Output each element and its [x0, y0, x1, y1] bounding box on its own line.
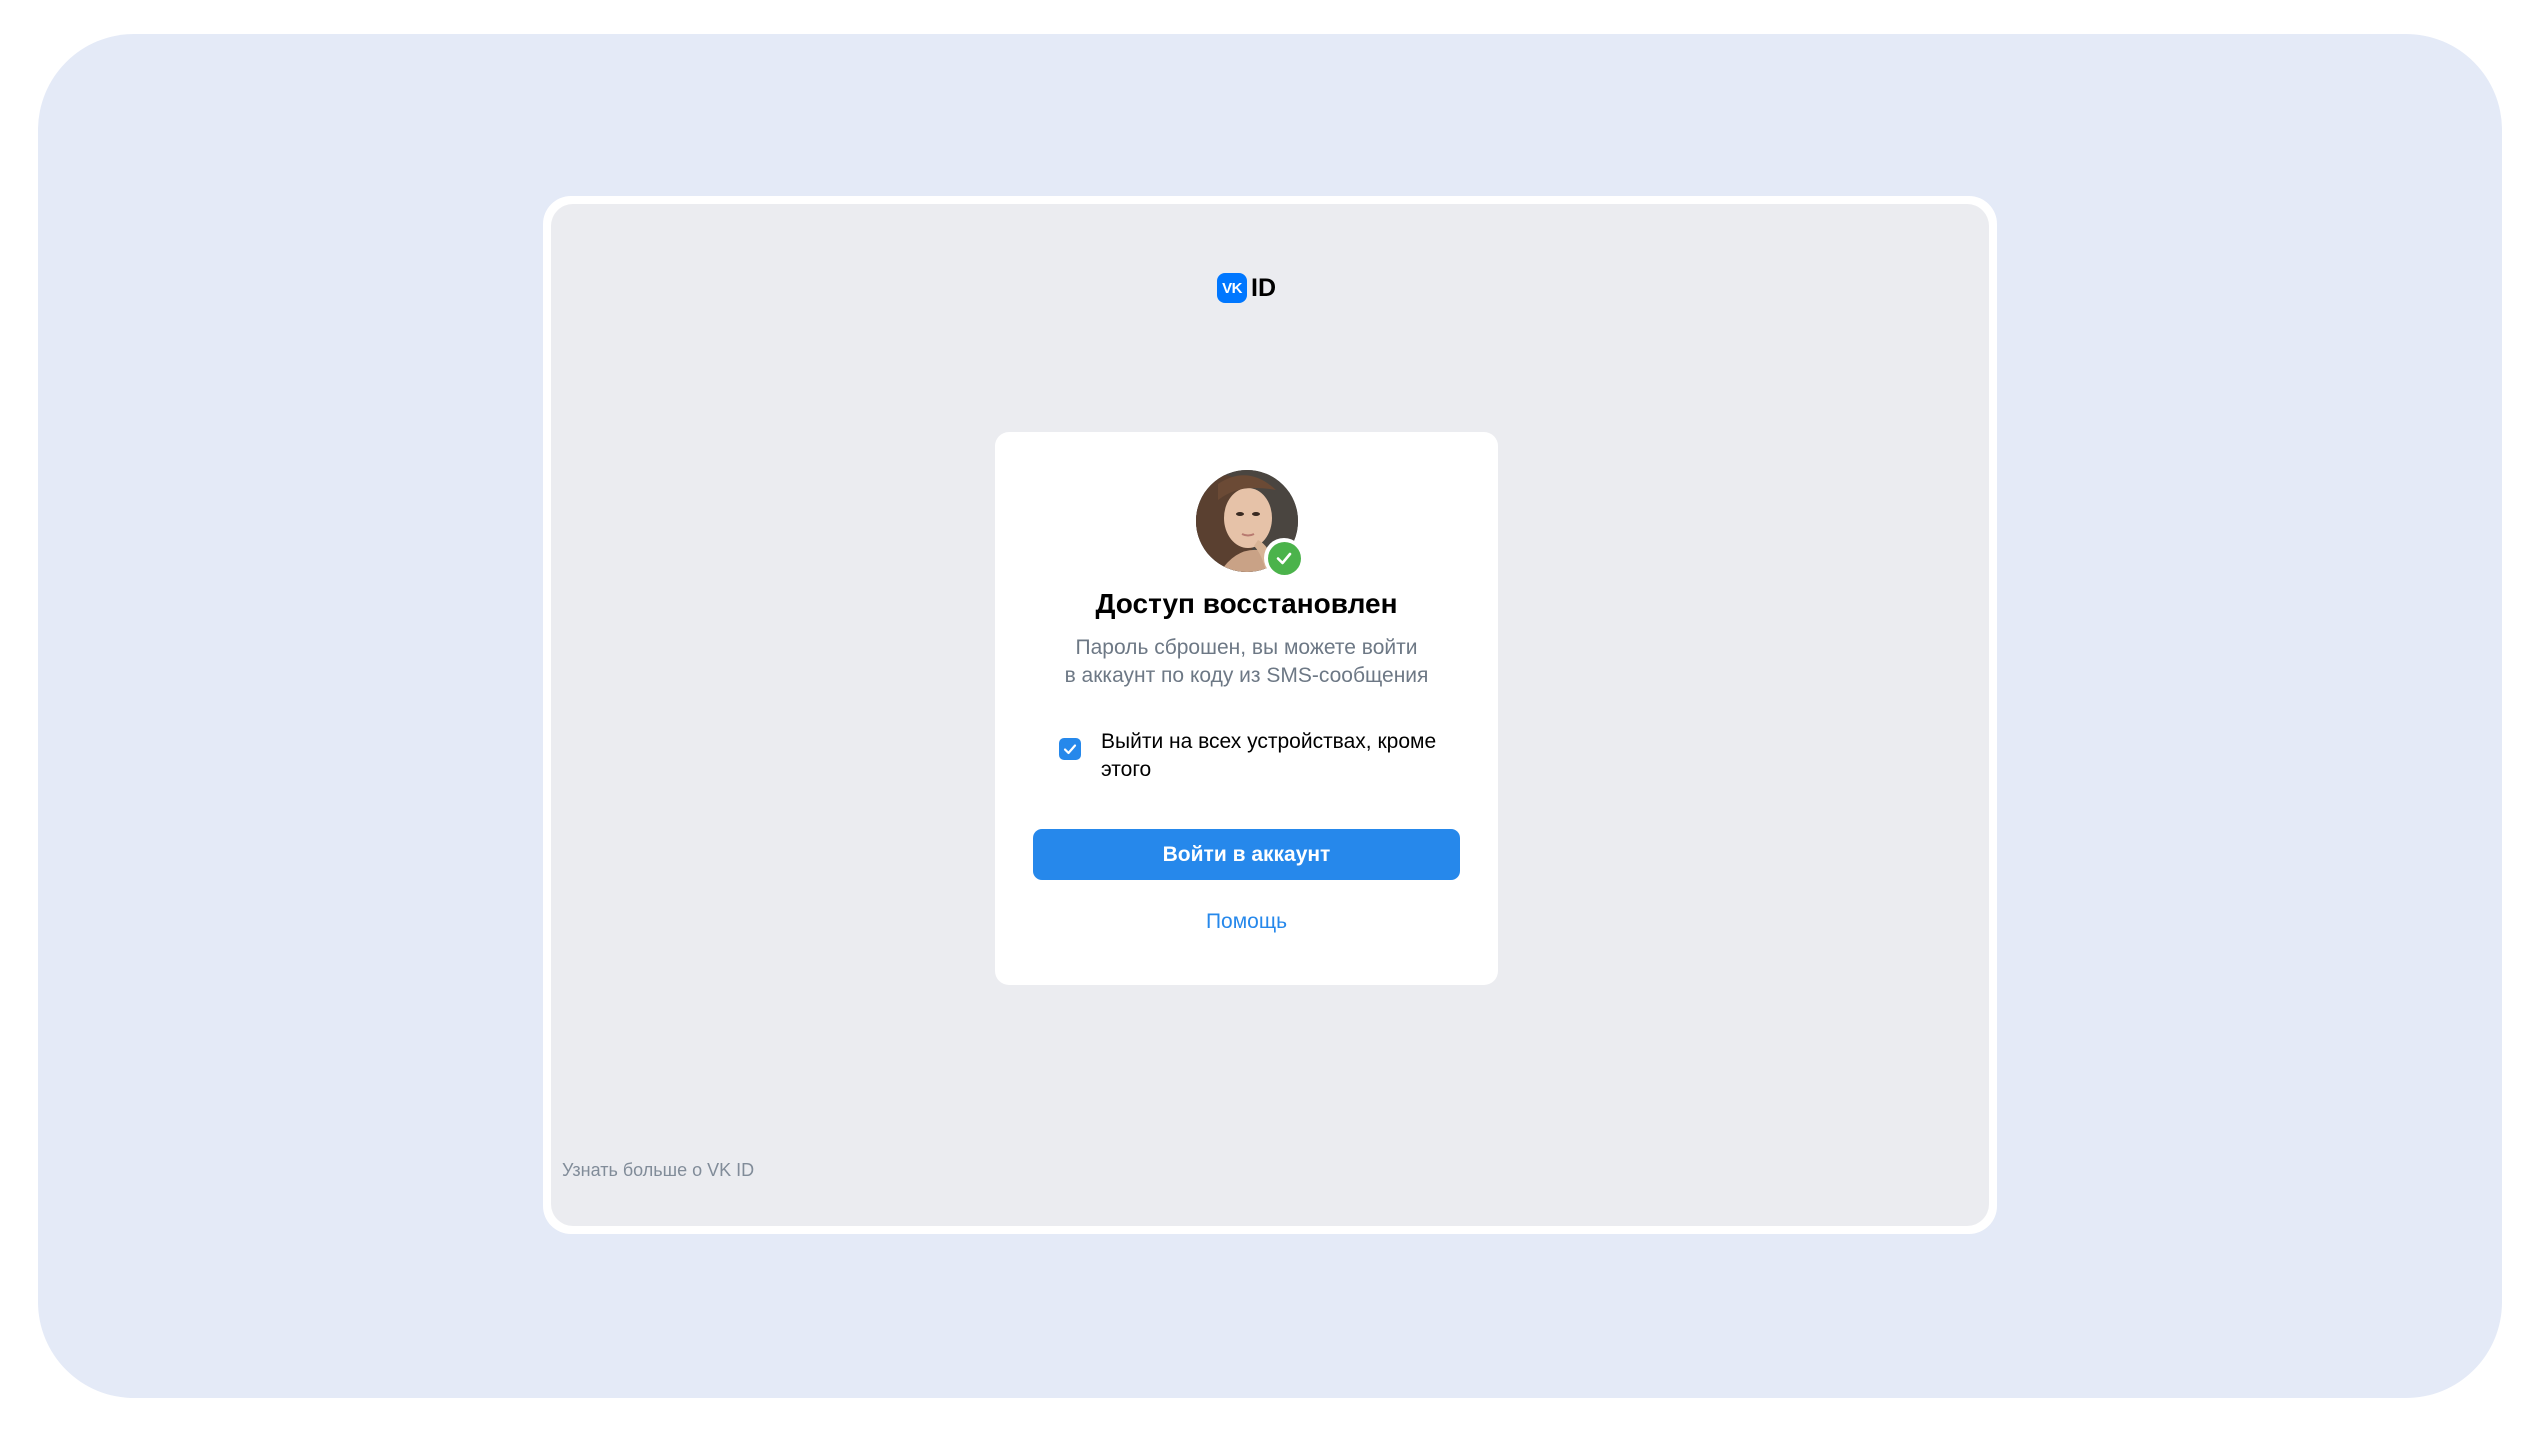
access-restored-card: Доступ восстановлен Пароль сброшен, вы м… [995, 432, 1498, 985]
verified-badge [1264, 538, 1304, 578]
check-circle-icon [1267, 541, 1301, 575]
logout-other-devices-option[interactable]: Выйти на всех устройствах, кроме этого [1059, 728, 1479, 784]
help-link[interactable]: Помощь [995, 910, 1498, 934]
page-title: Доступ восстановлен [1095, 588, 1398, 619]
learn-more-link[interactable]: Узнать больше о VK ID [562, 1160, 754, 1181]
login-button[interactable]: Войти в аккаунт [1033, 829, 1460, 880]
checkmark-icon [1276, 552, 1292, 565]
logo-text: ID [1251, 273, 1276, 302]
subtitle: Пароль сброшен, вы можете войти в аккаун… [1015, 634, 1478, 690]
vk-id-logo: VK ID [1217, 272, 1276, 304]
subtitle-line-1: Пароль сброшен, вы можете войти [1075, 636, 1418, 659]
logout-other-devices-checkbox[interactable] [1059, 738, 1081, 760]
user-avatar [1196, 470, 1304, 578]
checkbox-label[interactable]: Выйти на всех устройствах, кроме этого [1101, 728, 1479, 784]
checkbox-check-icon [1063, 744, 1077, 755]
subtitle-line-2: в аккаунт по коду из SMS-сообщения [1064, 664, 1429, 687]
vk-logo-icon: VK [1217, 273, 1247, 303]
